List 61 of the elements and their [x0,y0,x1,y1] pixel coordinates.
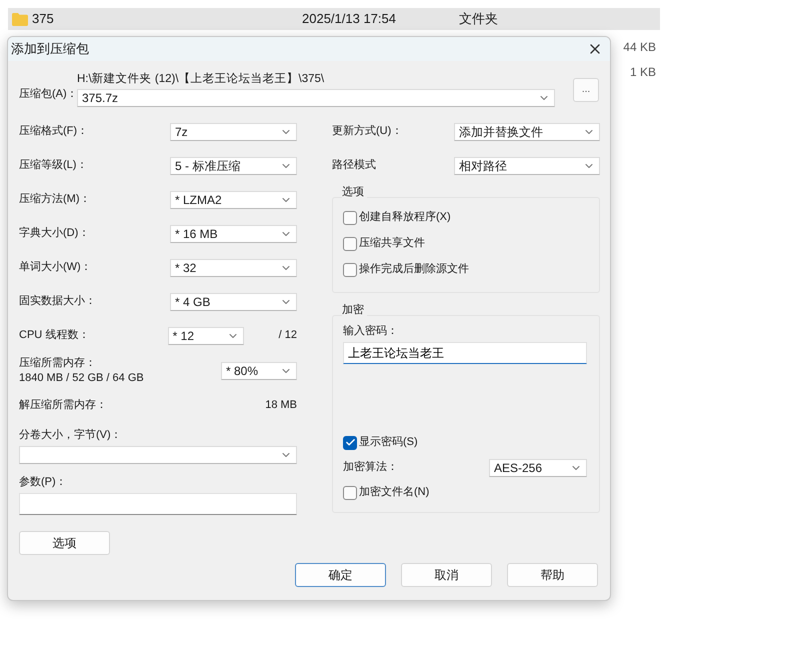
dropdown[interactable]: 添加并替换文件 [454,122,600,141]
checkbox[interactable] [343,210,357,225]
checkbox[interactable] [343,486,357,500]
window-title: 添加到压缩包 [11,41,89,57]
checkbox[interactable] [343,236,357,251]
checkbox-option[interactable]: 显示密码(S) [343,430,587,456]
dialog-button[interactable]: 取消 [401,563,492,588]
group-title: 选项 [342,186,367,199]
field-label: 压缩方法(M)： [19,193,90,206]
memory-value: 18 MB [265,399,297,412]
file-name: 375 [32,11,55,27]
dropdown[interactable]: * 12 [168,326,244,345]
thread-total: / 12 [278,329,297,342]
dropdown[interactable]: * 4 GB [170,292,297,311]
field-label: 输入密码： [343,324,399,338]
field-label: CPU 线程数： [19,329,90,342]
memory-usage: 1840 MB / 52 GB / 64 GB [19,372,144,385]
checkbox[interactable] [343,262,357,277]
dropdown[interactable]: * 16 MB [170,224,297,243]
input-field[interactable] [19,493,297,516]
field-label: 参数(P)： [19,476,68,490]
file-type: 文件夹 [459,11,498,27]
dropdown[interactable]: 7z [170,122,297,141]
dropdown[interactable]: 相对路径 [454,156,600,175]
field-label: 单词大小(W)： [19,261,92,274]
field-label: 字典大小(D)： [19,227,90,240]
dropdown[interactable]: * LZMA2 [170,190,297,209]
archive-path: H:\新建文件夹 (12)\【上老王论坛当老王】\375\ [77,73,326,87]
dropdown[interactable]: * 80% [221,362,297,380]
field-label: 更新方式(U)： [332,125,402,138]
dialog-button[interactable]: 确定 [295,563,386,588]
checkbox-option[interactable]: 压缩共享文件 [343,230,589,257]
group-title: 加密 [342,304,367,317]
file-size: 44 KB [623,40,656,54]
dropdown[interactable]: * 32 [170,258,297,277]
dropdown[interactable]: AES-256 [489,458,587,477]
file-date: 2025/1/13 17:54 [302,11,397,27]
field-label: 压缩等级(L)： [19,159,88,172]
field-label: 压缩所需内存： [19,356,97,370]
file-size: 1 KB [630,65,656,80]
options-button[interactable]: 选项 [19,531,110,556]
archive-name-field[interactable]: 375.7z [77,88,555,107]
field-label: 分卷大小，字节(V)： [19,428,123,442]
folder-row[interactable]: 375 2025/1/13 17:54 文件夹 [8,8,660,30]
dialog-button[interactable]: 帮助 [507,563,598,588]
checkbox-option[interactable]: 创建自释放程序(X) [343,204,589,231]
field-label: 压缩格式(F)： [19,125,88,138]
checkbox-option[interactable]: 操作完成后删除源文件 [343,256,589,283]
check-icon [344,437,356,448]
dropdown[interactable] [19,446,297,464]
field-label: 压缩包(A)： [19,88,77,102]
field-label: 解压缩所需内存： [19,399,107,412]
folder-icon [12,12,28,26]
checkbox-option[interactable]: 加密文件名(N) [343,480,587,506]
password-field[interactable]: 上老王论坛当老王 [343,342,587,364]
field-label: 加密算法： [343,461,398,474]
checkbox[interactable] [343,436,357,450]
field-label: 路径模式 [332,159,376,172]
dropdown[interactable]: 5 - 标准压缩 [170,156,297,175]
field-label: 固实数据大小： [19,295,96,308]
browse-button[interactable]: ... [573,78,599,102]
